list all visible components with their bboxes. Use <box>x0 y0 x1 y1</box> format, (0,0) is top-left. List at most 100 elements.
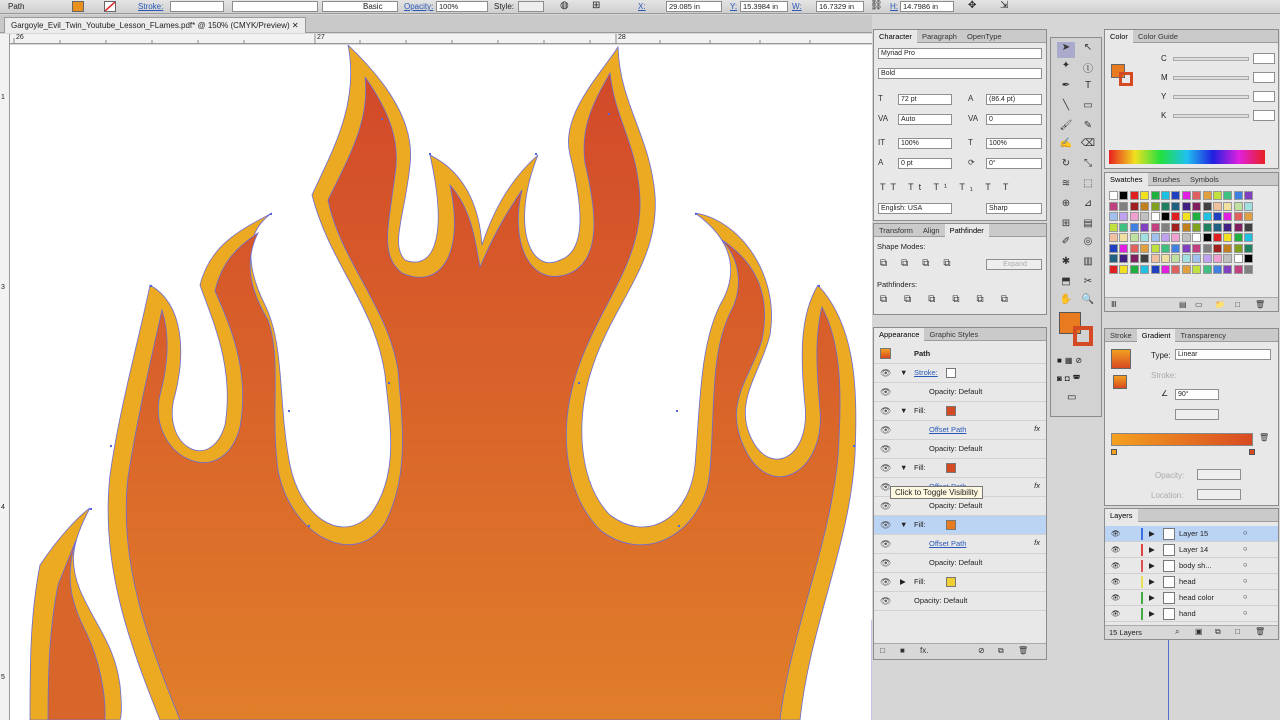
tab-brushes[interactable]: Brushes <box>1148 173 1186 186</box>
color-swatch[interactable] <box>1233 264 1243 274</box>
color-swatch[interactable] <box>1119 264 1129 274</box>
color-swatch[interactable] <box>1171 222 1181 232</box>
symbol-sprayer-tool-icon[interactable]: ✱ <box>1057 256 1075 272</box>
disclosure-triangle-icon[interactable]: ▼ <box>900 368 907 377</box>
color-swatch[interactable] <box>1213 212 1222 221</box>
paintbrush-tool-icon[interactable]: 🖌 <box>1057 120 1075 136</box>
color-mode-buttons[interactable]: ■▦⊘ <box>1057 356 1097 366</box>
color-swatch[interactable] <box>1119 191 1129 200</box>
line-tool-icon[interactable]: ╲ <box>1057 100 1075 116</box>
color-swatch[interactable] <box>1223 222 1233 232</box>
tab-layers[interactable]: Layers <box>1105 509 1138 522</box>
color-swatch[interactable] <box>1150 233 1160 242</box>
color-swatch[interactable] <box>1233 222 1243 232</box>
layer-name[interactable]: hand <box>1179 609 1196 618</box>
layer-name[interactable]: Layer 14 <box>1179 545 1208 554</box>
color-swatch[interactable] <box>1109 233 1118 242</box>
color-swatch[interactable] <box>1244 222 1254 232</box>
eyedropper-tool-icon[interactable]: ✐ <box>1057 236 1075 252</box>
color-swatch[interactable] <box>1129 201 1139 211</box>
rotate-tool-icon[interactable]: ↻ <box>1057 158 1075 174</box>
font-style-field[interactable]: Bold <box>878 68 1042 79</box>
screen-mode-icon[interactable]: ▭ <box>1067 392 1076 403</box>
color-swatch[interactable] <box>1192 254 1202 263</box>
close-icon[interactable]: ✕ <box>292 21 299 30</box>
appearance-swatch[interactable] <box>946 406 956 416</box>
pathfinder-buttons[interactable]: ⧉⧉⧉⧉⧉⧉ <box>880 294 1025 305</box>
color-swatch[interactable] <box>1181 233 1191 242</box>
color-swatch[interactable] <box>1171 191 1181 200</box>
color-swatch[interactable] <box>1192 191 1202 200</box>
color-swatch[interactable] <box>1223 191 1233 200</box>
color-swatch[interactable] <box>1171 254 1181 263</box>
opacity-link[interactable]: Opacity: <box>404 2 433 11</box>
color-swatch[interactable] <box>1161 264 1170 274</box>
fx-icon[interactable]: fx <box>1034 538 1040 547</box>
layer-row[interactable]: 👁 ▶ Layer 14 ○ <box>1105 542 1278 558</box>
gradient-type-select[interactable]: Linear <box>1175 349 1271 360</box>
gradient-fill-box[interactable] <box>1113 375 1127 389</box>
trash-icon[interactable]: 🗑 <box>1018 646 1028 655</box>
appearance-row[interactable]: 👁 Offset Path fx <box>874 535 1046 554</box>
new-sublayer-icon[interactable]: ⧉ <box>1215 627 1221 637</box>
visibility-eye-icon[interactable]: 👁 <box>880 539 891 550</box>
color-swatch[interactable] <box>1181 222 1191 232</box>
color-swatch[interactable] <box>1150 254 1160 263</box>
color-swatch[interactable] <box>1244 264 1254 274</box>
color-swatch[interactable] <box>1109 201 1118 211</box>
pencil-tool-icon[interactable]: ✎ <box>1079 120 1097 136</box>
tab-transparency[interactable]: Transparency <box>1175 329 1231 342</box>
color-swatch[interactable] <box>1202 201 1212 211</box>
color-swatch[interactable] <box>1171 233 1181 242</box>
layer-name[interactable]: Layer 15 <box>1179 529 1208 538</box>
fx-icon[interactable]: fx. <box>920 646 928 655</box>
document-tab[interactable]: Gargoyle_Evil_Twin_Youtube_Lesson_FLames… <box>4 17 306 33</box>
color-swatch[interactable] <box>1181 191 1191 200</box>
locate-object-icon[interactable]: ⌕ <box>1175 627 1179 637</box>
color-swatch[interactable] <box>1119 201 1129 211</box>
channel-k-slider[interactable] <box>1173 114 1249 118</box>
color-swatch[interactable] <box>1119 243 1129 253</box>
layer-name[interactable]: head <box>1179 577 1196 586</box>
color-swatch[interactable] <box>1233 254 1243 263</box>
channel-m-field[interactable] <box>1253 72 1275 83</box>
h-label[interactable]: H: <box>890 2 898 11</box>
layer-target-icon[interactable]: ○ <box>1243 528 1248 537</box>
tab-symbols[interactable]: Symbols <box>1185 173 1224 186</box>
transform-icon[interactable]: ✥ <box>968 0 976 11</box>
color-swatch[interactable] <box>1161 254 1170 263</box>
x-label[interactable]: X: <box>638 2 646 11</box>
channel-y-field[interactable] <box>1253 91 1275 102</box>
color-spectrum[interactable] <box>1109 150 1265 164</box>
color-swatch[interactable] <box>1244 201 1254 211</box>
color-swatch[interactable] <box>1223 201 1233 211</box>
gradient-slider[interactable] <box>1111 433 1253 446</box>
color-swatch[interactable] <box>1181 264 1191 274</box>
color-swatch[interactable] <box>1171 243 1181 253</box>
appearance-row[interactable]: 👁 ▼ Stroke: <box>874 364 1046 383</box>
layer-expand-icon[interactable]: ▶ <box>1149 561 1155 570</box>
color-swatch[interactable] <box>1109 243 1118 253</box>
fx-icon[interactable]: fx <box>1034 424 1040 433</box>
visibility-eye-icon[interactable]: 👁 <box>880 425 891 436</box>
layer-row[interactable]: 👁 ▶ hand ○ <box>1105 606 1278 622</box>
selection-tool-icon[interactable]: ➤ <box>1057 42 1075 58</box>
color-swatch[interactable] <box>1140 222 1150 232</box>
color-swatch[interactable] <box>1161 212 1170 221</box>
color-swatch[interactable] <box>1150 212 1160 221</box>
shape-mode-buttons[interactable]: ⧉⧉⧉⧉ <box>880 258 965 269</box>
color-swatch[interactable] <box>1161 243 1170 253</box>
appearance-row[interactable]: 👁 Opacity: Default <box>874 383 1046 402</box>
stroke-link[interactable]: Stroke: <box>138 2 163 11</box>
color-swatch[interactable] <box>1181 212 1191 221</box>
zoom-tool-icon[interactable]: 🔍 <box>1079 294 1097 310</box>
layer-expand-icon[interactable]: ▶ <box>1149 529 1155 538</box>
clear-appearance-icon[interactable]: ⊘ <box>978 646 985 655</box>
color-swatch[interactable] <box>1244 191 1254 200</box>
add-fill-icon[interactable]: ■ <box>900 646 905 655</box>
appearance-swatch[interactable] <box>946 520 956 530</box>
color-swatch[interactable] <box>1223 212 1233 221</box>
color-swatch[interactable] <box>1244 243 1254 253</box>
channel-k-field[interactable] <box>1253 110 1275 121</box>
make-clipping-mask-icon[interactable]: ▣ <box>1195 627 1203 636</box>
